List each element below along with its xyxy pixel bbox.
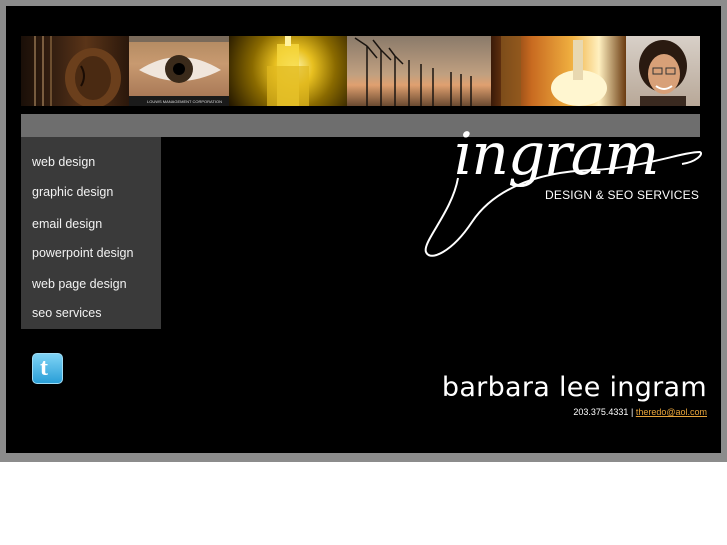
banner-photo-eye: LOUWS MANAGEMENT CORPORATION: [129, 36, 229, 106]
portrait-image: [639, 40, 687, 106]
twitter-letter: t: [40, 355, 48, 381]
owner-name: barbara lee ingram: [441, 372, 707, 403]
nav-item-web-page-design[interactable]: web page design: [32, 277, 127, 291]
side-nav-menu: web design graphic design email design p…: [21, 137, 161, 329]
nav-item-graphic-design[interactable]: graphic design: [32, 185, 113, 199]
banner-photo-strip: LOUWS MANAGEMENT CORPORATION: [21, 36, 700, 106]
rocket-launch-image: [501, 36, 607, 106]
twitter-icon[interactable]: t: [32, 353, 63, 384]
banner-photo-windmills: [347, 36, 491, 106]
contact-separator: |: [630, 407, 634, 417]
ingram-logo: ingram: [424, 120, 702, 257]
logo-wordmark: ingram: [454, 120, 658, 188]
banner-photo-building: [229, 36, 347, 106]
windmills-image: [354, 37, 472, 106]
nav-item-seo-services[interactable]: seo services: [32, 306, 101, 320]
violin-image: [34, 36, 121, 106]
phone-number: 203.375.4331: [573, 407, 629, 417]
eye-image: LOUWS MANAGEMENT CORPORATION: [129, 36, 229, 106]
nav-item-email-design[interactable]: email design: [32, 217, 102, 231]
banner-photo-violin: [21, 36, 129, 106]
email-link[interactable]: theredo@aol.com: [636, 407, 707, 417]
nav-item-web-design[interactable]: web design: [32, 155, 95, 169]
brand-tagline: DESIGN & SEO SERVICES: [545, 188, 700, 202]
banner-photo-rocket: [491, 36, 626, 106]
banner-logo-caption: LOUWS MANAGEMENT CORPORATION: [147, 99, 222, 104]
banner-photo-portrait: [626, 36, 700, 106]
contact-line: 203.375.4331 | theredo@aol.com: [573, 407, 707, 417]
building-image: [267, 36, 309, 106]
nav-item-powerpoint-design[interactable]: powerpoint design: [32, 246, 133, 260]
